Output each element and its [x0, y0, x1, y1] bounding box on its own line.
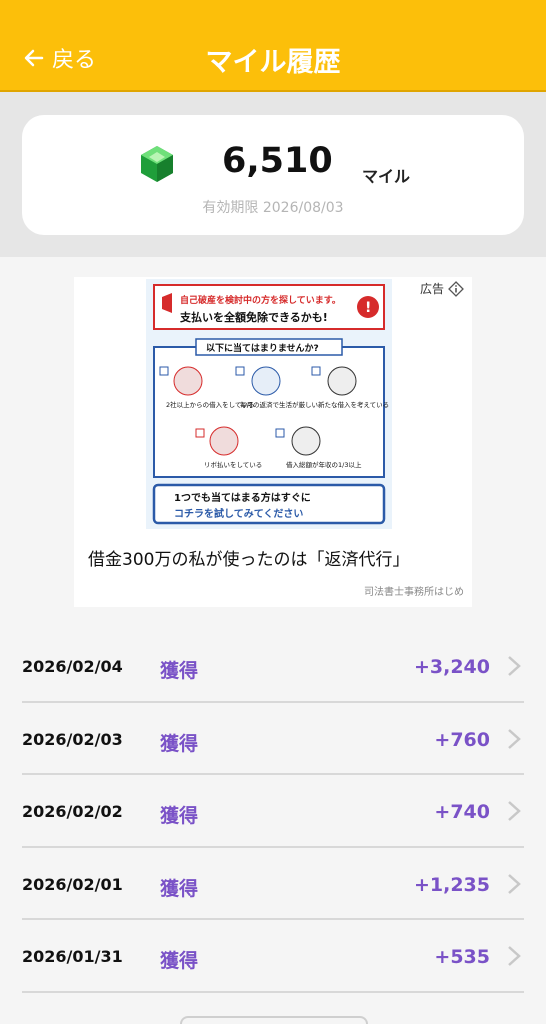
- app-header: 戻る マイル履歴: [0, 0, 546, 92]
- history-date: 2026/02/04: [22, 657, 123, 676]
- emerald-gem-icon: [141, 146, 173, 182]
- history-date: 2026/02/03: [22, 729, 123, 749]
- history-type: 獲得: [160, 732, 199, 755]
- history-amount: +760: [434, 728, 490, 751]
- history-row[interactable]: 2026/02/02 獲得 +740: [22, 775, 524, 848]
- history-amount: +740: [434, 801, 490, 823]
- svg-text:毎月の返済で生活が厳しい: 毎月の返済で生活が厳しい: [240, 400, 318, 409]
- history-amount: +3,240: [413, 656, 490, 678]
- history-amount: +535: [434, 946, 490, 968]
- history-row[interactable]: 2026/02/04 獲得 +3,240: [22, 630, 524, 703]
- chevron-right-icon: [508, 801, 521, 821]
- history-type: 獲得: [160, 805, 199, 827]
- page-title: マイル履歴: [205, 47, 341, 78]
- ad-sponsor: 司法書士事務所はじめ: [364, 587, 464, 598]
- chevron-right-icon: [508, 656, 521, 676]
- history-amount: +1,235: [413, 873, 490, 896]
- chevron-right-icon: [508, 873, 521, 894]
- history-row[interactable]: 2026/02/03 獲得 +760: [22, 703, 524, 775]
- ad-banner[interactable]: 自己破産を検討中の方を探しています。 支払いを全額免除できるかも! ! 以下に当…: [74, 277, 472, 607]
- history-date: 2026/02/01: [22, 874, 123, 894]
- miles-balance: 6,510: [222, 141, 333, 181]
- bottom-sheet-handle[interactable]: [180, 1016, 368, 1024]
- svg-text:リボ払いをしている: リボ払いをしている: [204, 460, 262, 469]
- miles-summary-card: 6,510 マイル 有効期限 2026/08/03: [22, 115, 524, 235]
- history-type: 獲得: [160, 950, 199, 972]
- ad-tag-text: 広告: [419, 282, 444, 296]
- history-type: 獲得: [160, 660, 199, 682]
- svg-text:以下に当てはまりませんか?: 以下に当てはまりませんか?: [206, 342, 319, 354]
- chevron-right-icon: [508, 946, 521, 966]
- svg-text:借入総額が年収の1/3以上: 借入総額が年収の1/3以上: [286, 460, 362, 469]
- svg-text:支払いを全額免除できるかも!: 支払いを全額免除できるかも!: [179, 310, 328, 324]
- svg-text:新たな借入を考えている: 新たな借入を考えている: [318, 400, 389, 409]
- history-list: 2026/02/04 獲得 +3,240 2026/02/03 獲得 +760 …: [0, 630, 546, 993]
- svg-text:自己破産を検討中の方を探しています。: 自己破産を検討中の方を探しています。: [180, 294, 341, 306]
- svg-text:コチラを試してみてください: コチラを試してみてください: [174, 507, 303, 520]
- history-date: 2026/01/31: [22, 947, 123, 966]
- miles-unit: マイル: [362, 167, 411, 186]
- ad-label[interactable]: 広告: [417, 279, 466, 298]
- expiry-date: 有効期限 2026/08/03: [202, 200, 344, 216]
- ad-headline[interactable]: 借金300万の私が使ったのは「返済代行」: [88, 545, 409, 570]
- ad-info-icon[interactable]: [448, 280, 464, 297]
- history-row[interactable]: 2026/02/01 獲得 +1,235: [22, 848, 524, 920]
- history-date: 2026/02/02: [22, 802, 123, 821]
- history-type: 獲得: [160, 877, 199, 900]
- chevron-right-icon: [508, 728, 521, 749]
- ad-image[interactable]: 自己破産を検討中の方を探しています。 支払いを全額免除できるかも! ! 以下に当…: [146, 279, 392, 529]
- svg-text:1つでも当てはまる方はすぐに: 1つでも当てはまる方はすぐに: [174, 491, 311, 504]
- history-row[interactable]: 2026/01/31 獲得 +535: [22, 920, 524, 993]
- svg-text:!: !: [365, 300, 371, 316]
